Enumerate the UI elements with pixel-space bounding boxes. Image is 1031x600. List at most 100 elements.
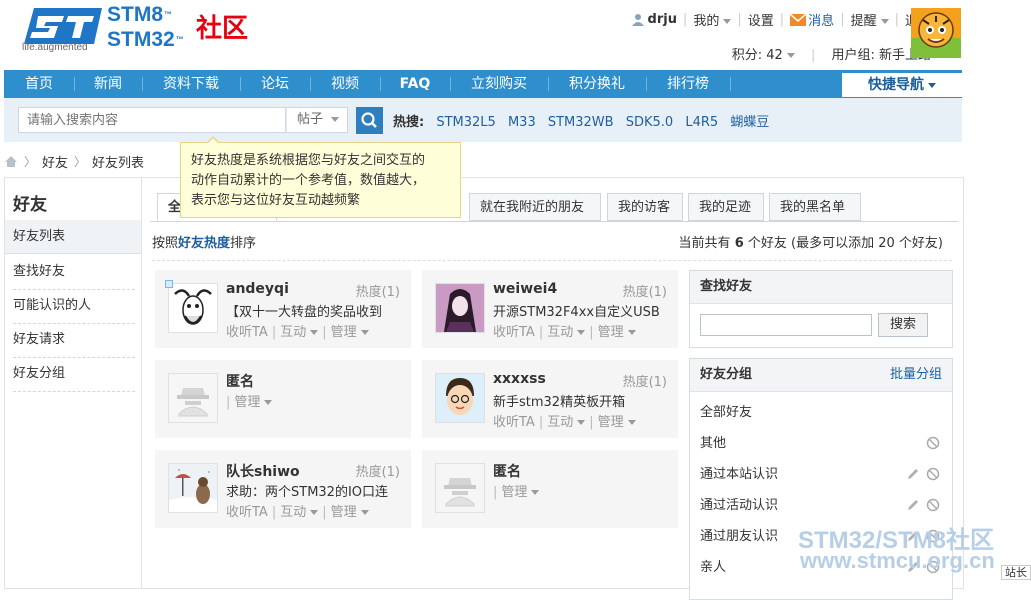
- manage-menu[interactable]: 管理: [331, 325, 369, 340]
- friend-actions: | 管理: [493, 481, 540, 500]
- hot-keyword[interactable]: 蝴蝶豆: [730, 115, 769, 130]
- search-button[interactable]: [356, 107, 383, 134]
- hot-keyword[interactable]: L4R5: [685, 115, 718, 130]
- manage-menu[interactable]: 管理: [234, 395, 273, 410]
- nav-faq[interactable]: FAQ: [380, 70, 450, 98]
- breadcrumb-friend-list[interactable]: 好友列表: [92, 152, 144, 171]
- group-item[interactable]: 通过本站认识: [690, 459, 952, 490]
- username-link[interactable]: drju: [648, 12, 677, 27]
- friend-avatar[interactable]: [435, 463, 485, 513]
- friend-name: 匿名: [226, 374, 254, 390]
- manage-menu[interactable]: 管理: [598, 415, 636, 430]
- search-icon: [361, 112, 377, 128]
- group-item[interactable]: 其他: [690, 428, 952, 459]
- settings-link[interactable]: 设置: [748, 10, 774, 29]
- friend-name[interactable]: weiwei4: [493, 281, 557, 297]
- breadcrumb: 〉 好友 〉 好友列表: [4, 152, 144, 171]
- main-nav: 首页 新闻 资料下载 论坛 视频 FAQ 立刻购买 积分换礼 排行榜 快捷导航: [4, 70, 962, 98]
- tab-nearby[interactable]: 就在我附近的朋友: [469, 193, 601, 221]
- hot-keyword[interactable]: STM32L5: [436, 115, 495, 130]
- follow-button[interactable]: 收听TA: [226, 505, 268, 520]
- site-logo[interactable]: life.augmented STM8™ STM32™ 社区: [4, 0, 256, 62]
- disable-icon[interactable]: [926, 467, 940, 481]
- chevron-down-icon: [627, 330, 636, 335]
- sidebar-item-find-friends[interactable]: 查找好友: [13, 255, 135, 290]
- friend-avatar[interactable]: [168, 283, 218, 333]
- hot-keyword[interactable]: M33: [508, 115, 536, 130]
- sort-by-heat-link[interactable]: 好友热度: [178, 236, 230, 251]
- follow-button[interactable]: 收听TA: [493, 415, 535, 430]
- breadcrumb-friends[interactable]: 好友: [42, 152, 68, 171]
- nav-video[interactable]: 视频: [310, 70, 380, 98]
- anime-avatar-icon: [436, 284, 484, 332]
- nav-ranking[interactable]: 排行榜: [646, 70, 730, 98]
- manage-menu[interactable]: 管理: [331, 505, 369, 520]
- tab-visitors[interactable]: 我的访客: [607, 193, 683, 221]
- edit-pencil-icon[interactable]: [906, 467, 920, 481]
- find-friend-box: 查找好友 搜索: [689, 270, 953, 348]
- manage-menu[interactable]: 管理: [598, 325, 636, 340]
- friend-status[interactable]: 新手stm32精英板开箱: [493, 391, 671, 410]
- search-type-select[interactable]: 帖子: [286, 107, 348, 133]
- interact-menu[interactable]: 互动: [280, 505, 319, 520]
- webmaster-widget[interactable]: 站长: [1001, 565, 1031, 580]
- user-avatar[interactable]: [911, 8, 961, 58]
- friend-avatar[interactable]: [168, 463, 218, 513]
- friend-avatar[interactable]: [168, 373, 218, 423]
- my-menu[interactable]: 我的: [693, 10, 732, 29]
- manage-menu[interactable]: 管理: [501, 485, 540, 500]
- hot-keyword[interactable]: STM32WB: [548, 115, 614, 130]
- sidebar-item-friend-requests[interactable]: 好友请求: [13, 323, 135, 358]
- disable-icon[interactable]: [926, 498, 940, 512]
- search-bar: 帖子 热搜: STM32L5 M33 STM32WB SDK5.0 L4R5 蝴…: [4, 98, 962, 142]
- home-icon[interactable]: [4, 155, 18, 168]
- chevron-down-icon: [577, 330, 586, 335]
- search-input[interactable]: [18, 107, 286, 133]
- tab-blacklist[interactable]: 我的黑名单: [769, 193, 861, 221]
- messages-link[interactable]: 消息: [808, 10, 834, 29]
- nav-points-exchange[interactable]: 积分换礼: [548, 70, 646, 98]
- points-menu[interactable]: 积分: 42: [732, 48, 795, 63]
- quick-nav-button[interactable]: 快捷导航: [842, 73, 962, 97]
- friend-status[interactable]: 【双十一大转盘的奖品收到: [226, 301, 404, 320]
- friend-status[interactable]: 求助：两个STM32的IO口连: [226, 481, 404, 500]
- tab-footprints[interactable]: 我的足迹: [688, 193, 764, 221]
- nav-downloads[interactable]: 资料下载: [142, 70, 240, 98]
- snow-scene-avatar-icon: [169, 464, 217, 512]
- nav-forum[interactable]: 论坛: [240, 70, 310, 98]
- find-friend-search-button[interactable]: 搜索: [878, 313, 928, 337]
- friend-status[interactable]: 开源STM32F4xx自定义USB: [493, 301, 671, 320]
- nav-home[interactable]: 首页: [4, 70, 74, 98]
- tooltip-arrow-inner: [207, 138, 219, 144]
- group-item[interactable]: 全部好友: [690, 397, 952, 428]
- logo-community: 社区: [196, 14, 249, 44]
- sidebar-item-friend-list[interactable]: 好友列表: [5, 220, 142, 254]
- friend-name[interactable]: xxxxss: [493, 371, 546, 387]
- sidebar-item-people-you-may-know[interactable]: 可能认识的人: [13, 289, 135, 324]
- hot-keyword[interactable]: SDK5.0: [626, 115, 673, 130]
- interact-menu[interactable]: 互动: [280, 325, 319, 340]
- group-item[interactable]: 通过活动认识: [690, 490, 952, 521]
- chevron-down-icon: [331, 117, 340, 122]
- batch-group-link[interactable]: 批量分组: [890, 359, 942, 391]
- interact-menu[interactable]: 互动: [547, 325, 586, 340]
- mail-icon: [790, 13, 807, 26]
- friend-card: andeyqi 热度(1) 【双十一大转盘的奖品收到 收听TA | 互动 | 管理: [155, 270, 411, 348]
- reminders-menu[interactable]: 提醒: [851, 10, 889, 29]
- follow-button[interactable]: 收听TA: [493, 325, 535, 340]
- follow-button[interactable]: 收听TA: [226, 325, 268, 340]
- find-friend-input[interactable]: [700, 314, 872, 336]
- disable-icon[interactable]: [926, 436, 940, 450]
- st-logo-icon: [24, 8, 102, 44]
- sidebar-item-friend-groups[interactable]: 好友分组: [13, 357, 135, 392]
- interact-menu[interactable]: 互动: [547, 415, 586, 430]
- nav-news[interactable]: 新闻: [74, 70, 142, 98]
- friend-name[interactable]: 队长shiwo: [226, 461, 300, 481]
- friend-name[interactable]: andeyqi: [226, 281, 289, 297]
- friend-avatar[interactable]: [435, 283, 485, 333]
- edit-pencil-icon[interactable]: [906, 498, 920, 512]
- friend-avatar[interactable]: [435, 373, 485, 423]
- nav-buy[interactable]: 立刻购买: [450, 70, 548, 98]
- anonymous-avatar-icon: [169, 374, 217, 422]
- friend-groups-header: 好友分组 批量分组: [690, 359, 952, 392]
